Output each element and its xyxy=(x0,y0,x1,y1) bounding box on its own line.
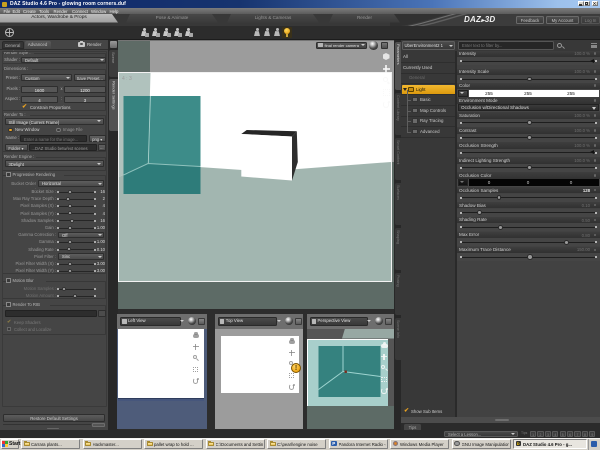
svg-text:4 : 3: 4 : 3 xyxy=(122,76,132,82)
